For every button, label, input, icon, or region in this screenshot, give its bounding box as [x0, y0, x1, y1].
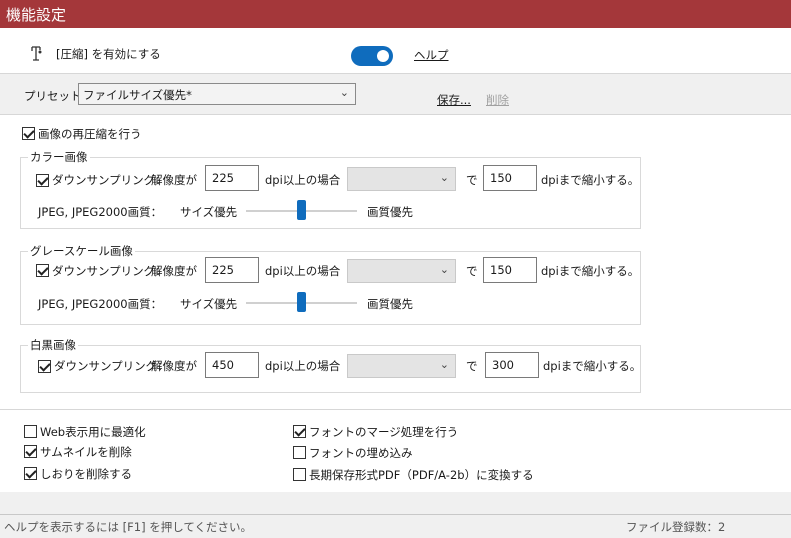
title-bar: 機能設定: [0, 0, 791, 28]
delete-preset-link[interactable]: 削除: [486, 92, 509, 108]
gray-target-suffix: dpiまで縮小する。: [541, 264, 640, 278]
mono-de-label: で: [466, 359, 478, 373]
chevron-down-icon: ⌄: [439, 171, 449, 184]
gray-downsample-checkbox[interactable]: [36, 264, 49, 277]
save-preset-link[interactable]: 保存...: [437, 92, 471, 108]
file-count: ファイル登録数：2: [626, 520, 726, 534]
color-threshold-input[interactable]: 225: [205, 165, 259, 191]
web-optimize-label: Web表示用に最適化: [40, 425, 146, 439]
chevron-down-icon: ⌄: [339, 86, 349, 99]
gray-quality-priority: 画質優先: [367, 297, 413, 311]
chevron-down-icon: ⌄: [439, 263, 449, 276]
gray-method-select[interactable]: ⌄: [347, 259, 456, 283]
color-quality-slider-thumb[interactable]: [297, 200, 306, 220]
remove-bookmarks-checkbox[interactable]: [24, 467, 37, 480]
recompress-checkbox[interactable]: [22, 127, 35, 140]
preset-value: ファイルサイズ優先*: [83, 88, 192, 102]
gray-quality-slider-thumb[interactable]: [297, 292, 306, 312]
color-target-input[interactable]: 150: [483, 165, 537, 191]
gray-resolution-label: 解像度が: [151, 264, 197, 278]
color-resolution-label: 解像度が: [151, 173, 197, 187]
mono-resolution-label: 解像度が: [151, 359, 197, 373]
chevron-down-icon: ⌄: [439, 358, 449, 371]
merge-fonts-checkbox[interactable]: [293, 425, 306, 438]
gray-image-title: グレースケール画像: [28, 243, 135, 259]
compression-toggle[interactable]: [351, 46, 393, 66]
gray-de-label: で: [466, 264, 478, 278]
mono-target-suffix: dpiまで縮小する。: [543, 359, 642, 373]
status-bar: ヘルプを表示するには [F1] を押してください。 ファイル登録数：2: [0, 514, 791, 538]
color-size-priority: サイズ優先: [180, 205, 238, 219]
color-target-suffix: dpiまで縮小する。: [541, 173, 640, 187]
mono-threshold-input[interactable]: 450: [205, 352, 259, 378]
color-de-label: で: [466, 173, 478, 187]
window-title: 機能設定: [6, 6, 67, 24]
mono-threshold-value: 450: [212, 358, 234, 372]
pdfa-label: 長期保存形式PDF（PDF/A-2b）に変換する: [309, 468, 534, 482]
divider: [0, 409, 791, 410]
gray-threshold-value: 225: [212, 263, 234, 277]
color-threshold-suffix: dpi以上の場合: [265, 173, 341, 187]
gray-quality-label: JPEG, JPEG2000画質：: [38, 297, 163, 311]
gray-target-value: 150: [490, 263, 512, 277]
gray-target-input[interactable]: 150: [483, 257, 537, 283]
color-method-select[interactable]: ⌄: [347, 167, 456, 191]
mono-method-select[interactable]: ⌄: [347, 354, 456, 378]
color-quality-priority: 画質優先: [367, 205, 413, 219]
pdfa-checkbox[interactable]: [293, 468, 306, 481]
web-optimize-checkbox[interactable]: [24, 425, 37, 438]
color-quality-label: JPEG, JPEG2000画質：: [38, 205, 163, 219]
footer-band: [0, 492, 791, 514]
mono-image-title: 白黒画像: [28, 337, 78, 353]
remove-thumbnail-checkbox[interactable]: [24, 445, 37, 458]
gray-threshold-suffix: dpi以上の場合: [265, 264, 341, 278]
recompress-label: 画像の再圧縮を行う: [38, 127, 142, 141]
compress-icon: [30, 44, 44, 62]
embed-fonts-checkbox[interactable]: [293, 446, 306, 459]
toggle-knob: [377, 50, 389, 62]
mono-downsample-checkbox[interactable]: [38, 360, 51, 373]
embed-fonts-label: フォントの埋め込み: [309, 446, 413, 460]
color-threshold-value: 225: [212, 171, 234, 185]
gray-downsample-label: ダウンサンプリング：: [52, 264, 167, 278]
color-downsample-checkbox[interactable]: [36, 174, 49, 187]
color-downsample-label: ダウンサンプリング：: [52, 173, 167, 187]
merge-fonts-label: フォントのマージ処理を行う: [309, 425, 459, 439]
compression-label: [圧縮] を有効にする: [56, 47, 161, 61]
help-link[interactable]: ヘルプ: [414, 47, 449, 63]
gray-threshold-input[interactable]: 225: [205, 257, 259, 283]
status-hint: ヘルプを表示するには [F1] を押してください。: [4, 520, 253, 534]
color-target-value: 150: [490, 171, 512, 185]
gray-size-priority: サイズ優先: [180, 297, 238, 311]
remove-bookmarks-label: しおりを削除する: [40, 467, 132, 481]
mono-threshold-suffix: dpi以上の場合: [265, 359, 341, 373]
divider: [0, 114, 791, 115]
mono-target-input[interactable]: 300: [485, 352, 539, 378]
remove-thumbnail-label: サムネイルを削除: [40, 445, 132, 459]
color-image-title: カラー画像: [28, 149, 90, 165]
mono-target-value: 300: [492, 358, 514, 372]
preset-select[interactable]: ファイルサイズ優先* ⌄: [78, 83, 356, 105]
